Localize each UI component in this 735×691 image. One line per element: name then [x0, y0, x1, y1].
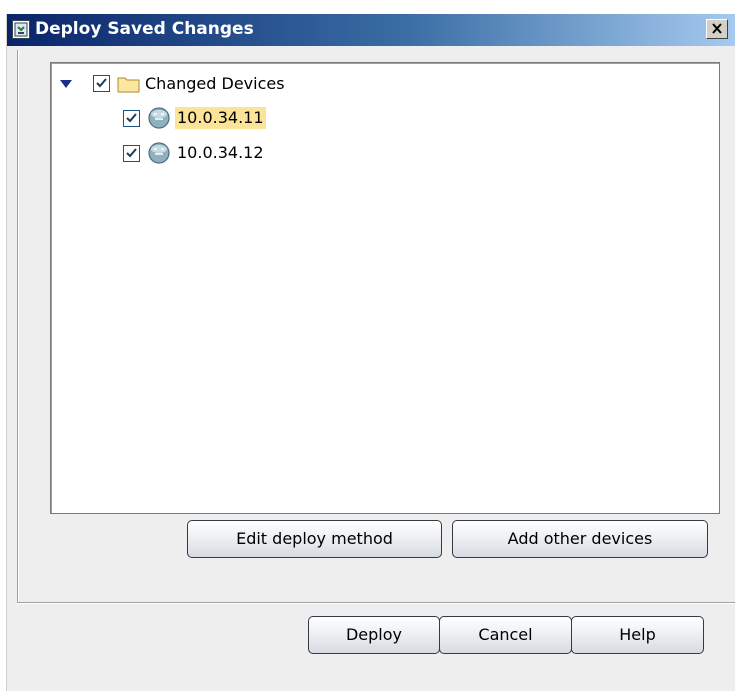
device-checkbox[interactable]	[123, 110, 140, 127]
device-checkbox[interactable]	[123, 145, 140, 162]
deploy-dialog: Deploy Saved Changes Changed Devices 10.…	[6, 14, 735, 691]
add-other-devices-button[interactable]: Add other devices	[452, 520, 708, 558]
panel-border	[17, 50, 19, 603]
tree-root-label: Changed Devices	[145, 74, 285, 93]
checkmark-icon	[126, 113, 137, 123]
cancel-button[interactable]: Cancel	[439, 616, 572, 654]
app-icon	[12, 20, 30, 39]
device-label-selected[interactable]: 10.0.34.11	[175, 107, 266, 129]
close-button[interactable]	[706, 19, 728, 39]
device-label[interactable]: 10.0.34.12	[175, 142, 266, 164]
close-icon	[712, 23, 722, 34]
checkmark-icon	[96, 78, 107, 88]
deploy-button[interactable]: Deploy	[308, 616, 440, 654]
router-icon	[148, 142, 170, 164]
root-checkbox[interactable]	[93, 75, 110, 92]
edit-deploy-method-button[interactable]: Edit deploy method	[187, 520, 442, 558]
panel-divider	[17, 602, 735, 604]
help-button[interactable]: Help	[571, 616, 704, 654]
tree-device-row[interactable]: 10.0.34.11	[123, 105, 423, 131]
folder-icon	[117, 77, 140, 93]
checkmark-icon	[126, 148, 137, 158]
tree-root-row[interactable]: Changed Devices	[59, 71, 459, 97]
expand-arrow-icon[interactable]	[59, 78, 73, 90]
tree-device-row[interactable]: 10.0.34.12	[123, 140, 423, 166]
title-bar[interactable]: Deploy Saved Changes	[7, 14, 735, 46]
window-title: Deploy Saved Changes	[35, 19, 254, 39]
router-icon	[148, 107, 170, 129]
changed-devices-tree[interactable]: Changed Devices 10.0.34.11 10.0.34.12	[50, 62, 720, 514]
